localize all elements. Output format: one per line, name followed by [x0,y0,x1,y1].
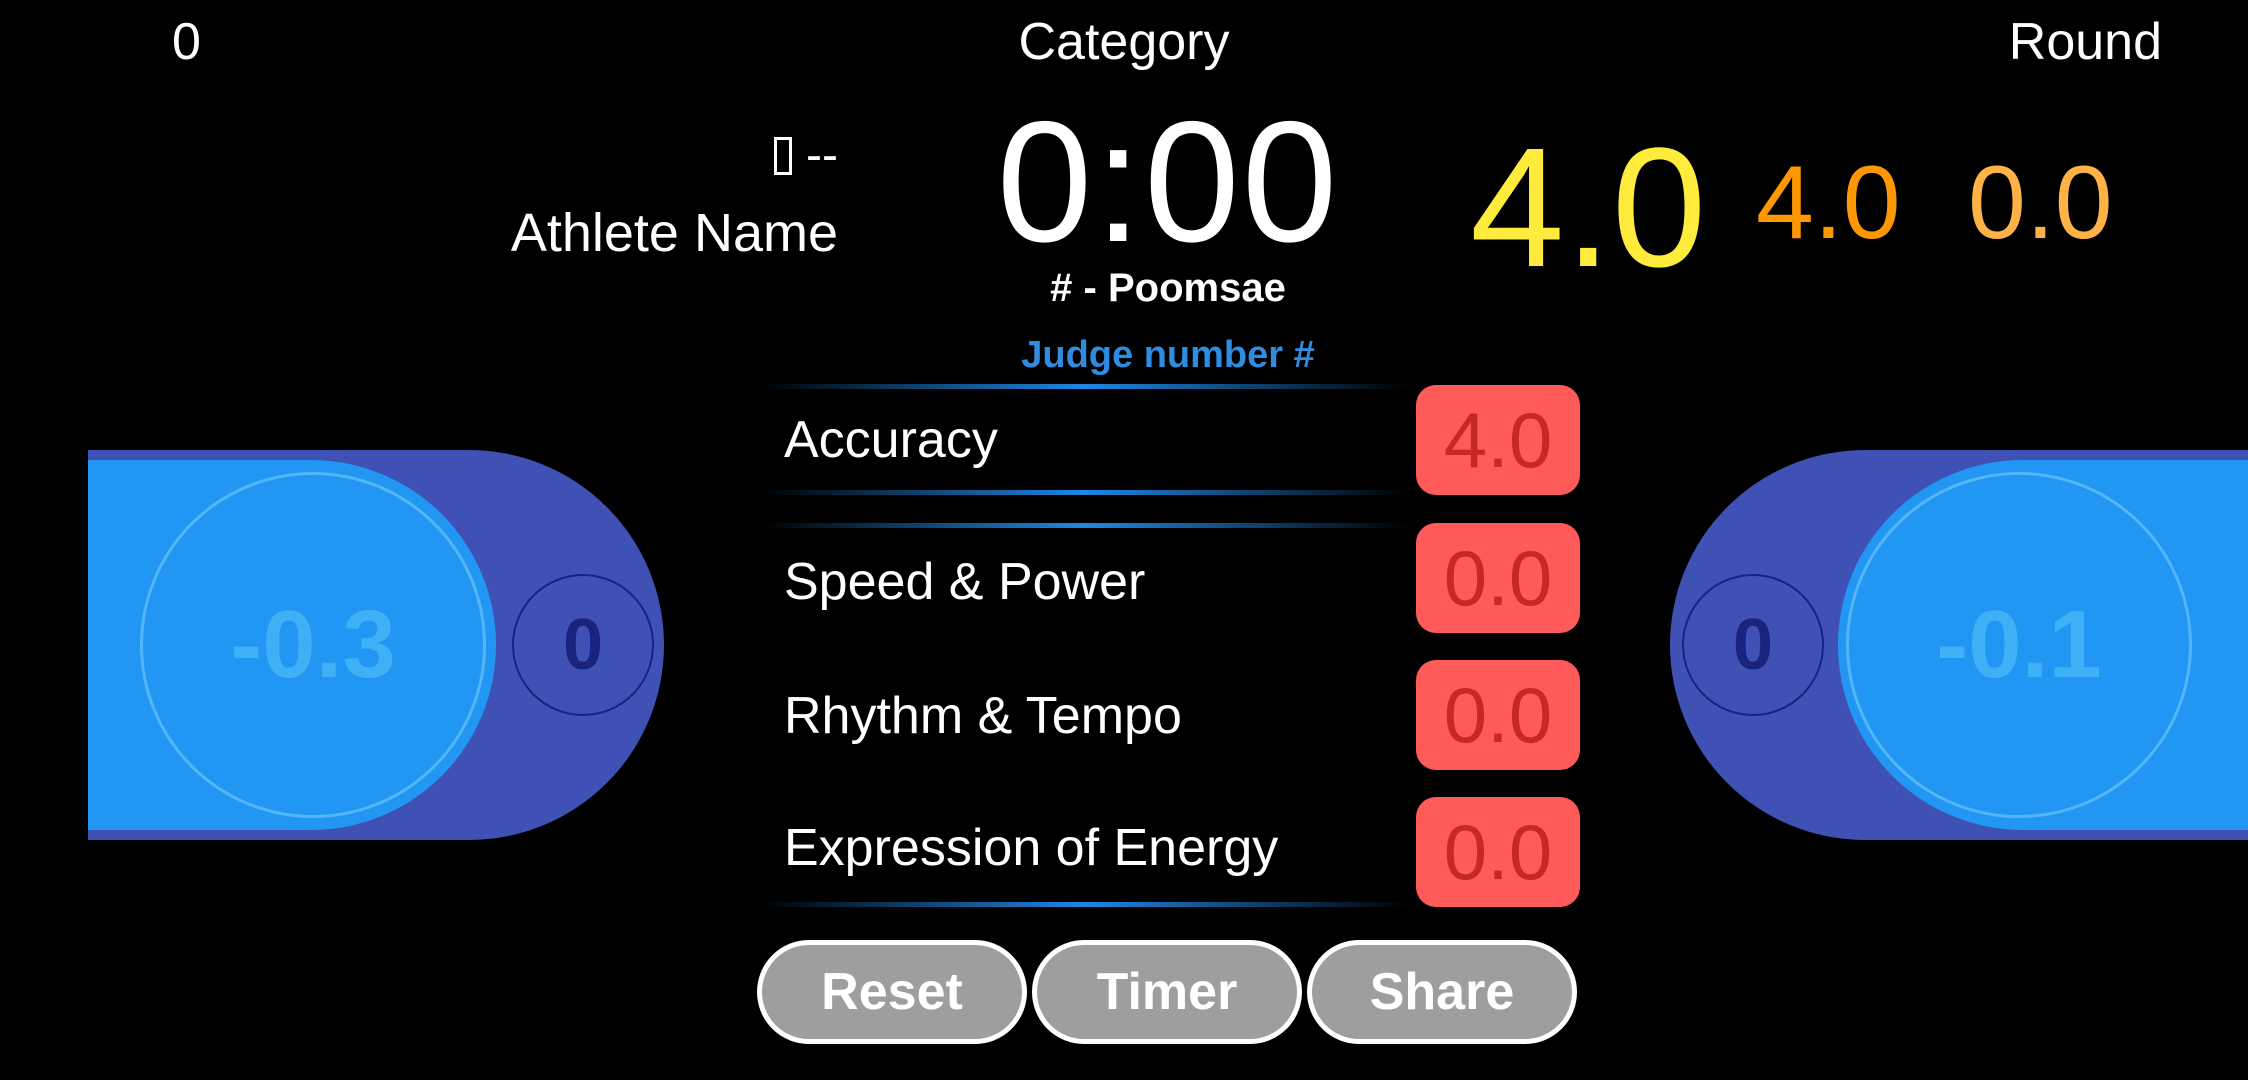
left-deduction-count[interactable]: 0 [512,574,654,716]
category-label: Category [1018,13,1230,71]
criteria-label-accuracy: Accuracy [784,411,998,469]
criteria-label-rhythm-tempo: Rhythm & Tempo [784,687,1182,745]
right-deduction-count[interactable]: 0 [1682,574,1824,716]
judge-number-label: Judge number # [1021,334,1315,376]
divider-line [760,902,1410,907]
total-score: 4.0 [1470,113,1707,303]
divider-line [760,523,1410,528]
criteria-score-accuracy[interactable]: 4.0 [1416,385,1580,495]
right-deduction-button[interactable]: -0.1 [1846,472,2192,818]
match-timer: 0:00 [996,86,1340,278]
criteria-score-expression-energy[interactable]: 0.0 [1416,797,1580,907]
left-deduction-button[interactable]: -0.3 [140,472,486,818]
right-deduction-panel: -0.1 0 [1670,450,2248,840]
timer-button[interactable]: Timer [1032,940,1302,1044]
criteria-label-expression-energy: Expression of Energy [784,819,1279,877]
presentation-score: 0.0 [1968,145,2113,261]
share-button[interactable]: Share [1307,940,1577,1044]
accuracy-score: 4.0 [1756,145,1901,261]
round-label: Round [2008,13,2162,71]
left-deduction-panel: -0.3 0 [88,450,664,840]
criteria-score-speed-power[interactable]: 0.0 [1416,523,1580,633]
divider-line [760,384,1410,389]
criteria-score-rhythm-tempo[interactable]: 0.0 [1416,660,1580,770]
top-left-counter: 0 [172,13,201,71]
divider-line [760,490,1410,495]
poomsae-label: # - Poomsae [1050,266,1286,310]
criteria-label-speed-power: Speed & Power [784,553,1146,611]
reset-button[interactable]: Reset [757,940,1027,1044]
